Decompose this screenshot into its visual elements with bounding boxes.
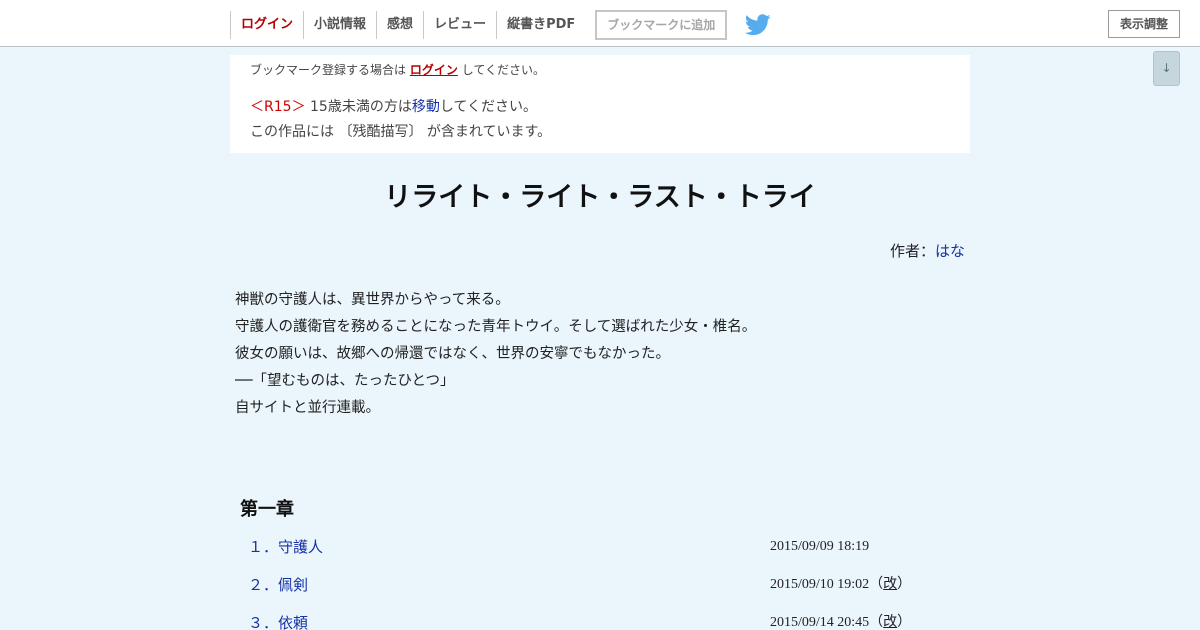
display-settings-button[interactable]: 表示調整 (1108, 10, 1180, 38)
bookmark-notice-suffix: してください。 (461, 63, 545, 77)
nav-novel-info[interactable]: 小説情報 (303, 11, 376, 39)
chapter-title: 第一章 (240, 499, 294, 520)
synopsis-line: ──「望むものは、たったひとつ」 (235, 373, 455, 389)
synopsis-line: 守護人の護衛官を務めることになった青年トウイ。そして選ばれた少女・椎名。 (235, 319, 757, 335)
bookmark-login-link[interactable]: ログイン (410, 63, 458, 77)
add-bookmark-button[interactable]: ブックマークに追加 (595, 10, 728, 40)
content-warning: この作品には 〔残酷描写〕 が含まれています。 (250, 124, 552, 140)
episode-date: 2015/09/09 18:19 (770, 536, 869, 558)
episode-date: 2015/09/14 20:45（改） (770, 615, 912, 630)
bookmark-notice-prefix: ブックマーク登録する場合は (250, 63, 407, 77)
revision-link[interactable]: 改 (883, 615, 897, 630)
episode-date-value: 2015/09/10 19:02 (770, 577, 870, 592)
synopsis-line: 自サイトと並行連載。 (235, 400, 380, 416)
synopsis: 神獣の守護人は、異世界からやって来る。 守護人の護衛官を務めることになった青年ト… (235, 287, 965, 422)
r15-notice: ＜R15＞ 15歳未満の方は移動してください。 (250, 99, 950, 115)
notice-box: ブックマーク登録する場合は ログイン してください。 ＜R15＞ 15歳未満の方… (230, 55, 970, 153)
nav-review[interactable]: レビュー (423, 11, 496, 39)
episode-row: １．守護人 2015/09/09 18:19 (240, 536, 970, 558)
episode-row: ２．佩剣 2015/09/10 19:02（改） (240, 574, 970, 596)
header-nav: ログイン 小説情報 感想 レビュー 縦書きPDF ブックマークに追加 (230, 10, 771, 40)
author-link[interactable]: はな (935, 242, 965, 260)
r15-move-link[interactable]: 移動 (412, 99, 440, 115)
episode-date-value: 2015/09/14 20:45 (770, 615, 870, 630)
synopsis-line: 神獣の守護人は、異世界からやって来る。 (235, 292, 510, 308)
episode-date: 2015/09/10 19:02（改） (770, 577, 912, 592)
author-label: 作者： (889, 242, 935, 260)
episode-link[interactable]: １．守護人 (248, 536, 323, 558)
revision-link[interactable]: 改 (883, 577, 897, 592)
novel-title: リライト・ライト・ラスト・トライ (384, 182, 816, 212)
nav-vertical-pdf[interactable]: 縦書きPDF (496, 11, 585, 39)
synopsis-line: 彼女の願いは、故郷への帰還ではなく、世界の安寧でもなかった。 (235, 346, 670, 362)
r15-text: 15歳未満の方は (310, 99, 412, 115)
nav-login[interactable]: ログイン (230, 11, 303, 39)
bookmark-notice: ブックマーク登録する場合は ログイン してください。 (250, 63, 950, 83)
header-bar: ログイン 小説情報 感想 レビュー 縦書きPDF ブックマークに追加 表示調整 (0, 0, 1200, 47)
episode-date-value: 2015/09/09 18:19 (770, 539, 870, 554)
twitter-icon[interactable] (745, 14, 771, 36)
r15-suffix: してください。 (439, 99, 537, 115)
episode-row: ３．依頼 2015/09/14 20:45（改） (240, 612, 970, 630)
scroll-down-button[interactable]: ↓ (1153, 51, 1180, 86)
episode-link[interactable]: ３．依頼 (248, 612, 308, 630)
author-line: 作者：はな (230, 242, 965, 260)
r15-tag: ＜R15＞ (250, 99, 306, 115)
nav-impressions[interactable]: 感想 (376, 11, 423, 39)
episode-link[interactable]: ２．佩剣 (248, 574, 308, 596)
